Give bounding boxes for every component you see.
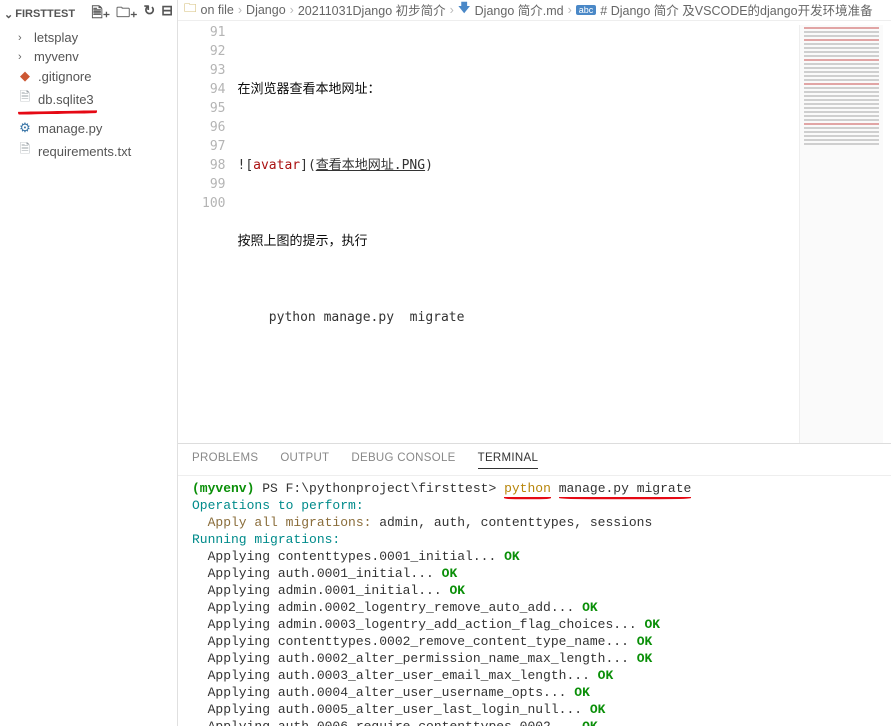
tab-output[interactable]: OUTPUT (280, 452, 329, 469)
chevron-down-icon: ⌄ (4, 8, 13, 21)
tab-debug-console[interactable]: DEBUG CONSOLE (351, 452, 455, 469)
line-number: 100 (202, 194, 225, 213)
python-icon: ⚙ (18, 120, 32, 136)
chevron-right-icon: › (18, 51, 28, 63)
tree-file-db-sqlite3[interactable]: 🗎 db.sqlite3 (0, 86, 177, 112)
line-number: 99 (202, 175, 225, 194)
tree-label: myvenv (34, 49, 79, 64)
heading-icon: abc (576, 5, 597, 15)
line-number: 93 (202, 61, 225, 80)
tree-label: requirements.txt (38, 144, 131, 159)
tree-label: db.sqlite3 (38, 92, 94, 107)
explorer-root-header[interactable]: ⌄ FIRSTTEST 🗎₊ 🗀₊ ↻ ⊟ (0, 0, 177, 28)
tree-file-manage-py[interactable]: ⚙ manage.py (0, 118, 177, 138)
crumb[interactable]: Django 简介.md (475, 0, 564, 19)
explorer-root-label: FIRSTTEST (15, 8, 75, 20)
folder-icon: 🗀 (184, 0, 197, 20)
chevron-right-icon: › (290, 3, 294, 17)
explorer-sidebar: ⌄ FIRSTTEST 🗎₊ 🗀₊ ↻ ⊟ › letsplay › myven… (0, 0, 178, 726)
new-folder-icon[interactable]: 🗀₊ (116, 2, 137, 26)
tree-label: letsplay (34, 30, 78, 45)
line-number: 92 (202, 42, 225, 61)
breadcrumb[interactable]: 🗀 on file › Django › 20211031Django 初步简介… (178, 0, 891, 21)
panel-tabs: PROBLEMS OUTPUT DEBUG CONSOLE TERMINAL (178, 444, 891, 476)
tree-folder-myvenv[interactable]: › myvenv (0, 47, 177, 66)
new-file-icon[interactable]: 🗎₊ (91, 2, 110, 26)
code-body[interactable]: 在浏览器查看本地网址： ![avatar](查看本地网址.PNG) 按照上图的提… (237, 21, 464, 443)
tree-label: .gitignore (38, 69, 91, 84)
line-number: 91 (202, 23, 225, 42)
tree-file-gitignore[interactable]: ◆ .gitignore (0, 66, 177, 86)
terminal[interactable]: (myvenv) PS F:\pythonproject\firsttest> … (178, 476, 891, 726)
file-icon: 🗎 (18, 140, 32, 162)
line-number: 98 (202, 156, 225, 175)
file-icon: 🗎 (18, 88, 32, 110)
line-number: 95 (202, 99, 225, 118)
editor[interactable]: 91 92 93 94 95 96 97 98 99 100 在浏览器查看本地网… (178, 21, 891, 443)
line-number: 97 (202, 137, 225, 156)
code-line: 按照上图的提示，执行 (237, 234, 367, 249)
crumb[interactable]: 20211031Django 初步简介 (298, 0, 446, 19)
chevron-right-icon: › (450, 3, 454, 17)
tree-file-requirements[interactable]: 🗎 requirements.txt (0, 138, 177, 164)
tab-terminal[interactable]: TERMINAL (478, 452, 539, 469)
chevron-right-icon: › (18, 32, 28, 44)
gitignore-icon: ◆ (18, 68, 32, 84)
refresh-icon[interactable]: ↻ (144, 2, 156, 26)
line-number: 96 (202, 118, 225, 137)
crumb[interactable]: Django (246, 3, 286, 17)
minimap[interactable] (799, 25, 883, 443)
markdown-icon: 🡇 (458, 0, 471, 20)
crumb[interactable]: on file (201, 3, 234, 17)
crumb[interactable]: # Django 简介 及VSCODE的django开发环境准备 (600, 0, 872, 19)
code-line: 在浏览器查看本地网址： (237, 82, 380, 97)
line-number: 94 (202, 80, 225, 99)
code-line: python manage.py migrate (237, 310, 464, 325)
tree-folder-letsplay[interactable]: › letsplay (0, 28, 177, 47)
chevron-right-icon: › (568, 3, 572, 17)
tab-problems[interactable]: PROBLEMS (192, 452, 258, 469)
gutter: 91 92 93 94 95 96 97 98 99 100 (178, 21, 237, 443)
chevron-right-icon: › (238, 3, 242, 17)
collapse-icon[interactable]: ⊟ (161, 2, 173, 26)
tree-label: manage.py (38, 121, 102, 136)
